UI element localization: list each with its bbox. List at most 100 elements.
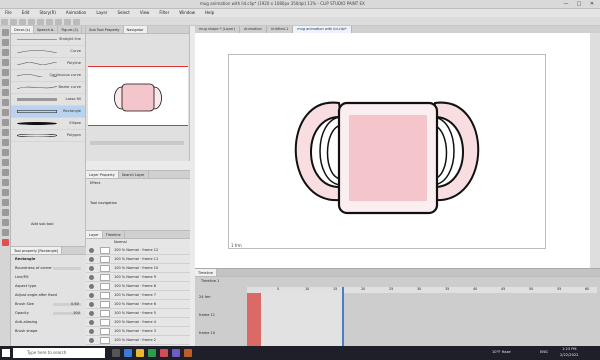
open-icon[interactable] [10, 18, 17, 25]
blend-tool-icon[interactable] [2, 149, 9, 156]
tab-search-layer[interactable]: Search Layer [119, 171, 149, 178]
layer-row[interactable]: 100 % Normal · frame 3 [86, 327, 190, 336]
layer-row[interactable]: 100 % Normal · frame 9 [86, 273, 190, 282]
current-cel-column[interactable] [247, 293, 261, 347]
roundness-slider[interactable] [53, 267, 81, 270]
maximize-button[interactable]: □ [573, 1, 585, 8]
selection-tool-icon[interactable] [2, 59, 9, 66]
prop-adjust-angle[interactable]: Adjust angle after fixed [11, 291, 86, 300]
clock-time[interactable]: 1:23 PM [562, 347, 576, 351]
menu-select[interactable]: Select [112, 9, 134, 17]
operation-tool-icon[interactable] [2, 49, 9, 56]
brush-tool-icon[interactable] [2, 109, 9, 116]
subtool-rectangle[interactable]: Rectangle [11, 106, 85, 118]
prop-anti-aliasing[interactable]: Anti-aliasing [11, 318, 86, 327]
tab-speech[interactable]: Speech b- [34, 26, 59, 33]
fill-icon[interactable] [55, 18, 62, 25]
pen-tool-icon[interactable] [2, 89, 9, 96]
tab-decor[interactable]: Decor-(s) [11, 26, 34, 33]
decoration-tool-icon[interactable] [2, 129, 9, 136]
frame-tool-icon[interactable] [2, 189, 9, 196]
layer-row[interactable]: 100 % Normal · frame 11 [86, 255, 190, 264]
layer-row[interactable]: 100 % Normal · frame 12 [86, 246, 190, 255]
navigator-zoom-slider[interactable] [90, 141, 184, 145]
prop-line-fill[interactable]: Line/Fill [11, 273, 86, 282]
windows-start-icon[interactable] [2, 349, 10, 357]
eye-icon[interactable] [89, 302, 94, 307]
track-label[interactable]: 24 frm [199, 295, 211, 299]
subtool-continuous-curve[interactable]: Continuous curve [11, 70, 85, 82]
eye-icon[interactable] [89, 284, 94, 289]
deselect-icon[interactable] [73, 18, 80, 25]
eye-icon[interactable] [89, 275, 94, 280]
layer-row[interactable]: 100 % Normal · frame 2 [86, 336, 190, 345]
undo-icon[interactable] [28, 18, 35, 25]
playhead[interactable] [342, 287, 344, 347]
transform-icon[interactable] [64, 18, 71, 25]
pencil-tool-icon[interactable] [2, 99, 9, 106]
new-icon[interactable] [1, 18, 8, 25]
menu-file[interactable]: File [0, 9, 17, 17]
prop-brush-shape[interactable]: Brush shape [11, 327, 86, 336]
figure-tool-icon[interactable] [2, 179, 9, 186]
edge-icon[interactable] [124, 349, 132, 357]
layer-row[interactable]: 100 % Normal · frame 4 [86, 318, 190, 327]
subtool-polyline[interactable]: Polyline [11, 58, 85, 70]
doc-tab-untitled[interactable]: Untitled-1 [267, 26, 294, 33]
gradient-tool-icon[interactable] [2, 169, 9, 176]
subtool-ellipse[interactable]: Ellipse [11, 118, 85, 130]
add-subtool-button[interactable]: Add sub tool [31, 222, 53, 226]
doc-tab-animation[interactable]: Animation [240, 26, 267, 33]
subtool-polygon[interactable]: Polygon [11, 130, 85, 142]
eye-icon[interactable] [89, 329, 94, 334]
main-color-swatch[interactable] [2, 239, 9, 246]
menu-help[interactable]: Help [200, 9, 219, 17]
track-label[interactable]: frame 10 [199, 331, 215, 335]
layer-row[interactable]: 100 % Normal · frame 8 [86, 282, 190, 291]
correct-line-icon[interactable] [2, 229, 9, 236]
menu-view[interactable]: View [135, 9, 155, 17]
menu-filter[interactable]: Filter [154, 9, 174, 17]
tab-layer[interactable]: Layer [86, 231, 103, 238]
weather-status[interactable]: 10°F Haze [492, 350, 511, 354]
chrome-icon[interactable] [148, 349, 156, 357]
navigator-preview[interactable] [88, 66, 188, 126]
canvas-paper[interactable]: 1 frm [228, 54, 546, 249]
subtool-bezier-curve[interactable]: Bezier curve [11, 82, 85, 94]
prop-opacity[interactable]: Opacity 100 [11, 309, 86, 318]
eye-icon[interactable] [89, 320, 94, 325]
subtool-straight-line[interactable]: Straight line [11, 34, 85, 46]
balloon-tool-icon[interactable] [2, 219, 9, 226]
doc-tab-mug-shape[interactable]: mug shape * (Layer) [195, 26, 240, 33]
layer-row[interactable]: 100 % Normal · frame 10 [86, 264, 190, 273]
tab-tool-property[interactable]: Tool property [Rectangle] [11, 247, 63, 254]
airbrush-tool-icon[interactable] [2, 119, 9, 126]
timeline-name[interactable]: Timeline 1 [195, 277, 600, 285]
menu-edit[interactable]: Edit [17, 9, 35, 17]
subtool-curve[interactable]: Curve [11, 46, 85, 58]
blend-mode-select[interactable]: Normal [86, 239, 190, 246]
save-icon[interactable] [19, 18, 26, 25]
tab-timeline[interactable]: Timeline [195, 269, 217, 276]
clock-date[interactable]: 2/22/2022 [560, 353, 578, 357]
menu-animation[interactable]: Animation [61, 9, 91, 17]
eye-icon[interactable] [89, 257, 94, 262]
app-icon[interactable] [160, 349, 168, 357]
eye-icon[interactable] [89, 311, 94, 316]
doc-tab-mug-animation[interactable]: mug animation with lid.clip* [293, 26, 352, 33]
tab-figure[interactable]: Figure-(1) [58, 26, 83, 33]
canvas-scrollbar[interactable] [590, 33, 600, 268]
text-tool-icon[interactable] [2, 209, 9, 216]
auto-select-icon[interactable] [2, 69, 9, 76]
eye-icon[interactable] [89, 338, 94, 343]
tab-subtool-property[interactable]: Sub Tool Property [86, 26, 124, 33]
prop-roundness[interactable]: Roundness of corner [11, 264, 86, 273]
language-indicator[interactable]: ENG [540, 350, 548, 354]
minimize-button[interactable]: — [560, 1, 572, 8]
menu-story[interactable]: Story(R) [34, 9, 60, 17]
tab-layer-property[interactable]: Layer Property [86, 171, 119, 178]
prop-aspect-type[interactable]: Aspect type [11, 282, 86, 291]
eye-icon[interactable] [89, 266, 94, 271]
prop-brush-size[interactable]: Brush Size 0.60 [11, 300, 86, 309]
layer-row[interactable]: 100 % Normal · frame 5 [86, 309, 190, 318]
